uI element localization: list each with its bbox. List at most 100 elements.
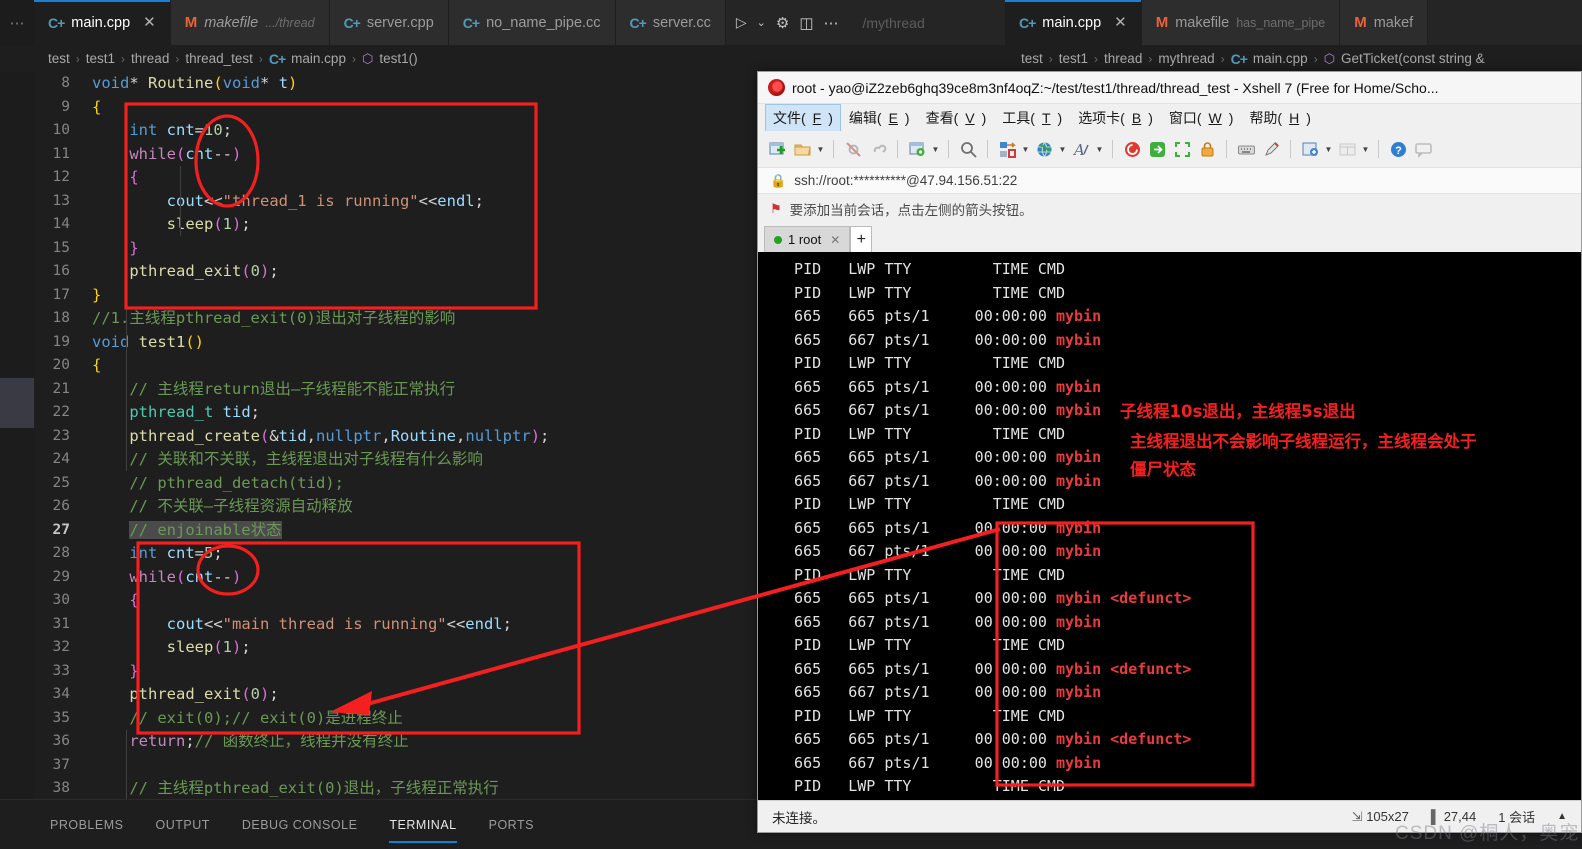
editor-tab-main-cpp[interactable]: C+ main.cpp ✕: [1005, 0, 1142, 45]
breadcrumb-separator-icon: ›: [1048, 51, 1053, 66]
open-folder-icon[interactable]: [791, 138, 813, 160]
search-icon[interactable]: [957, 138, 979, 160]
file-transfer-icon[interactable]: [996, 138, 1018, 160]
xshell-address-bar[interactable]: 🔒 ssh://root:**********@47.94.156.51:22: [758, 167, 1581, 194]
run-debug-icon[interactable]: ▷: [736, 14, 747, 31]
editor-tab-label: main.cpp: [1042, 14, 1102, 31]
terminal-line: 665 665 pts/1 00:00:00 mybin <defunct>: [776, 728, 1581, 752]
highlight-icon[interactable]: [1260, 138, 1282, 160]
reconnect-icon: [867, 138, 889, 160]
screen: ⋯ C+ main.cpp ✕ Mmakefile .../thread C+ server…: [0, 0, 1582, 849]
breadcrumb-item[interactable]: thread: [1104, 51, 1142, 66]
code-text: cout<<"main thread is running"<<endl;: [166, 614, 512, 633]
editor-tab-subtitle: .../thread: [265, 15, 315, 30]
panel-tab-terminal[interactable]: TERMINAL: [373, 807, 472, 843]
breadcrumb-left[interactable]: test › test1 › thread › thread_test › C+ main.cpp…: [0, 51, 418, 67]
breadcrumb-item[interactable]: main.cpp: [1253, 51, 1308, 66]
editor-actions-toolbar: ▷ ⌄ ⚙ ◫ ⋯: [725, 0, 849, 45]
keyboard-icon[interactable]: [1235, 138, 1257, 160]
menu-item-h[interactable]: 帮助(H): [1242, 105, 1317, 131]
editor-tab-makef[interactable]: Mmakef: [1340, 0, 1429, 45]
breadcrumb-item[interactable]: thread_test: [185, 51, 253, 66]
split-editor-icon[interactable]: ◫: [799, 14, 813, 32]
chevron-down-icon[interactable]: ▼: [1095, 145, 1104, 154]
line-number: 31: [52, 615, 70, 632]
font-icon[interactable]: A: [1070, 138, 1092, 160]
terminal-command: mybin <defunct>: [1055, 589, 1192, 607]
close-icon[interactable]: ✕: [143, 15, 156, 30]
session-properties-icon[interactable]: [906, 138, 928, 160]
chevron-down-icon[interactable]: ▼: [931, 145, 940, 154]
xftp-icon[interactable]: [1146, 138, 1168, 160]
makefile-icon: M: [1155, 14, 1169, 31]
breadcrumb-item[interactable]: test1(): [379, 51, 417, 66]
line-number: 28: [52, 545, 70, 561]
breadcrumb-item[interactable]: test1: [1059, 51, 1088, 66]
terminal-line-columns: 665 665 pts/1 00:00:00: [776, 518, 1056, 537]
code-text: void test1(): [92, 332, 205, 351]
new-session-icon[interactable]: [766, 138, 788, 160]
more-actions-icon[interactable]: ⋯: [824, 14, 839, 32]
editor-tab-main-cpp[interactable]: C+ main.cpp ✕: [34, 0, 171, 45]
svg-text:?: ?: [1395, 145, 1402, 157]
editor-tab-label: no_name_pipe.cc: [486, 14, 601, 31]
breadcrumb-item[interactable]: test: [1021, 51, 1043, 66]
breadcrumb-item[interactable]: test: [48, 51, 70, 66]
editor-tab-makefile[interactable]: Mmakefile has_name_pipe: [1141, 0, 1341, 45]
editor-tab-no-name-pipe-cc[interactable]: C+ no_name_pipe.cc: [448, 0, 616, 45]
indent-guide: [126, 730, 127, 799]
code-text: sleep(1);: [166, 215, 251, 233]
terminal-line-columns: PID LWP TTY TIME: [776, 565, 1038, 584]
line-number: 24: [52, 451, 70, 467]
code-text: }: [129, 661, 139, 680]
gear-icon[interactable]: ⚙: [776, 14, 789, 32]
toolbar-separator: [1112, 140, 1113, 158]
panel-tab-ports[interactable]: PORTS: [473, 807, 550, 843]
close-icon[interactable]: ✕: [830, 233, 840, 247]
editor-tab-server-cpp[interactable]: C+ server.cpp: [329, 0, 449, 45]
code-text: {: [92, 356, 102, 374]
new-tab-icon[interactable]: +: [850, 226, 873, 252]
close-icon[interactable]: ✕: [1114, 15, 1127, 30]
panel-tab-output[interactable]: OUTPUT: [139, 807, 225, 843]
breadcrumb-item[interactable]: main.cpp: [291, 51, 346, 66]
breadcrumb-item[interactable]: test1: [86, 51, 115, 66]
menu-item-t[interactable]: 工具(T): [995, 105, 1069, 131]
toolbar-separator: [1378, 140, 1379, 158]
globe-icon[interactable]: [1033, 138, 1055, 160]
breadcrumb-item[interactable]: mythread: [1158, 51, 1214, 66]
breadcrumb-right[interactable]: test › test1 › thread › mythread › C+ main.cpp › ⬡ G…: [1005, 45, 1485, 72]
chevron-down-icon[interactable]: ▼: [1058, 145, 1067, 154]
help-icon[interactable]: ?: [1387, 138, 1409, 160]
menu-item-f[interactable]: 文件(F): [765, 103, 841, 132]
menu-item-e[interactable]: 编辑(E): [842, 105, 917, 131]
session-tab-root[interactable]: 1 root ✕: [764, 226, 851, 252]
editor-tab-makefile[interactable]: Mmakefile .../thread: [170, 0, 330, 45]
breadcrumb-item[interactable]: GetTicket(const string &: [1341, 51, 1485, 66]
minimap-slider[interactable]: [0, 378, 34, 428]
cpp-file-icon: C+: [1230, 50, 1248, 67]
tabs-overflow-icon[interactable]: ⋯: [0, 0, 34, 45]
layout-icon[interactable]: [1299, 138, 1321, 160]
xshell-icon[interactable]: [1121, 138, 1143, 160]
terminal-output[interactable]: PID LWP TTY TIME CMD PID LWP TTY TIME CM…: [758, 252, 1581, 800]
breadcrumb-item[interactable]: thread: [131, 51, 169, 66]
menu-item-w[interactable]: 窗口(W): [1162, 105, 1241, 131]
code-text: {: [129, 168, 139, 186]
fullscreen-icon[interactable]: [1171, 138, 1193, 160]
lock-icon[interactable]: [1196, 138, 1218, 160]
panel-tab-debug-console[interactable]: DEBUG CONSOLE: [226, 807, 374, 843]
menu-item-b[interactable]: 选项卡(B): [1071, 105, 1160, 131]
menu-item-v[interactable]: 查看(V): [919, 105, 994, 131]
chevron-down-icon[interactable]: ▼: [1361, 145, 1370, 154]
breadcrumb-separator-icon: ›: [75, 51, 80, 66]
indent-guide: [180, 166, 181, 236]
chevron-down-icon[interactable]: ⌄: [757, 16, 766, 29]
chevron-down-icon[interactable]: ▼: [1324, 145, 1333, 154]
chevron-down-icon[interactable]: ▼: [816, 145, 825, 154]
terminal-command: mybin: [1055, 448, 1102, 466]
panel-tab-problems[interactable]: PROBLEMS: [34, 807, 139, 843]
chevron-down-icon[interactable]: ▼: [1021, 145, 1030, 154]
xshell-toolbar: ▼ ▼ ▼ ▼ A ▼ ▼ ▼ ?: [758, 131, 1581, 167]
editor-tab-server-cc[interactable]: C+ server.cc: [615, 0, 726, 45]
